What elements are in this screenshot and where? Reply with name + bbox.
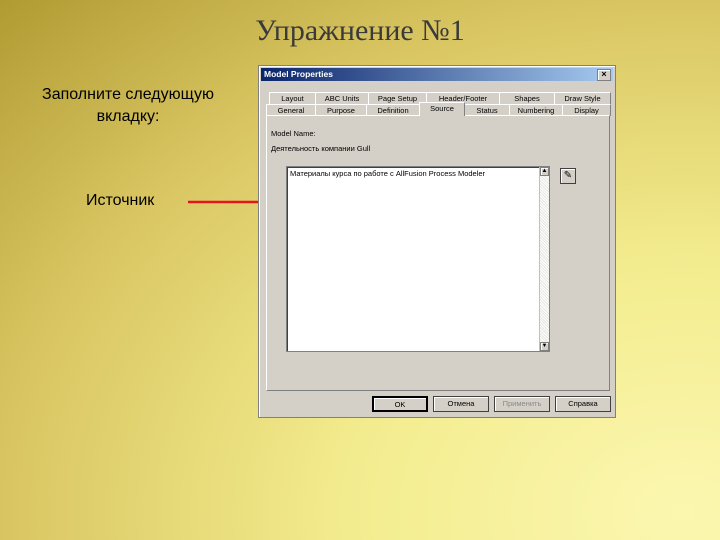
tab-shapes[interactable]: Shapes xyxy=(499,92,555,104)
tab-abc-units[interactable]: ABC Units xyxy=(315,92,369,104)
textarea-scrollbar[interactable]: ▲ ▼ xyxy=(539,167,549,351)
dialog-titlebar[interactable]: Model Properties × xyxy=(261,68,613,81)
scroll-up-button[interactable]: ▲ xyxy=(540,167,549,176)
edit-note-button[interactable]: ✎ xyxy=(560,168,576,184)
tab-layout[interactable]: Layout xyxy=(269,92,316,104)
tab-source[interactable]: Source xyxy=(419,102,465,116)
source-text-value: Материалы курса по работе с AllFusion Pr… xyxy=(290,169,486,178)
source-annotation-label: Источник xyxy=(86,192,155,209)
model-name-label: Model Name: xyxy=(271,129,316,138)
model-properties-dialog: Model Properties × Layout ABC Units Page… xyxy=(258,65,616,418)
cancel-button[interactable]: Отмена xyxy=(433,396,489,412)
close-icon: × xyxy=(601,69,607,79)
dialog-title: Model Properties xyxy=(264,69,333,79)
apply-button[interactable]: Применить xyxy=(494,396,550,412)
scroll-down-button[interactable]: ▼ xyxy=(540,342,549,351)
source-textarea[interactable]: Материалы курса по работе с AllFusion Pr… xyxy=(286,166,550,352)
close-button[interactable]: × xyxy=(597,69,611,81)
tab-draw-style[interactable]: Draw Style xyxy=(554,92,611,104)
slide-title: Упражнение №1 xyxy=(255,14,465,47)
note-edit-icon: ✎ xyxy=(563,170,573,181)
model-name-value: Деятельность компании Gull xyxy=(271,144,371,153)
instruction-text: Заполните следующую вкладку: xyxy=(42,86,214,125)
help-button[interactable]: Справка xyxy=(555,396,611,412)
ok-button[interactable]: OK xyxy=(372,396,428,412)
